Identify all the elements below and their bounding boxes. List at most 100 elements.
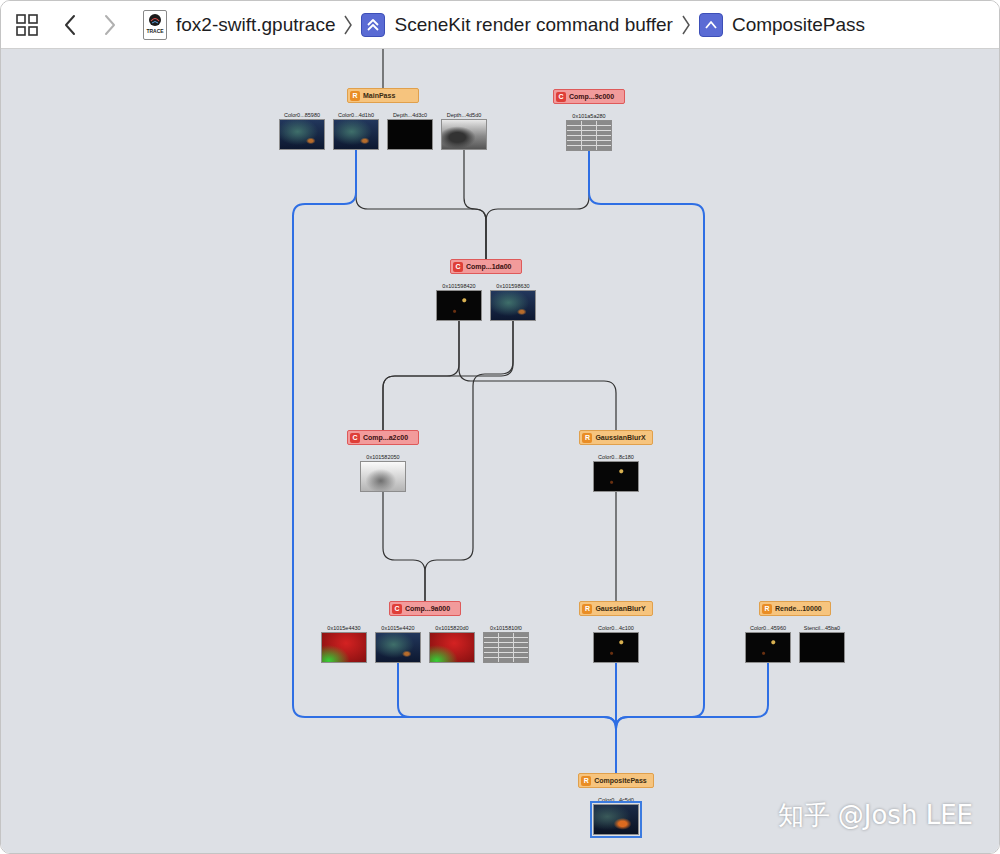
pass-node[interactable]: RGaussianBlurY Color0...4c100 — [486, 601, 746, 663]
thumbnail-image — [491, 291, 535, 320]
output-resource[interactable]: 0x101598630 — [490, 282, 536, 321]
pass-label[interactable]: RGaussianBlurX — [579, 430, 652, 445]
pass-badge: R — [582, 433, 592, 443]
encoder-icon — [699, 13, 723, 37]
forward-chevron-icon[interactable] — [103, 14, 117, 36]
back-chevron-icon[interactable] — [63, 14, 77, 36]
dependency-edge — [398, 663, 616, 773]
trace-file-icon: TRACE — [143, 10, 167, 40]
pass-outputs: Color0...4c100 — [593, 624, 639, 663]
pass-label[interactable]: CComp...9a000 — [389, 601, 461, 616]
output-resource[interactable]: 0x101598420 — [436, 282, 482, 321]
pass-label[interactable]: CComp...a2c00 — [347, 430, 419, 445]
thumbnail-image — [322, 633, 366, 662]
output-resource[interactable]: Depth...4d3c0 — [387, 111, 433, 150]
thumbnail-image — [430, 633, 474, 662]
pass-outputs: Color0...8c180 — [593, 453, 639, 492]
command-buffer-icon — [361, 13, 385, 37]
pass-badge: C — [556, 92, 566, 102]
output-resource[interactable]: Color0...45960 — [745, 624, 791, 663]
breadcrumb[interactable]: SceneKit render command buffer — [361, 13, 672, 37]
pass-label[interactable]: RCompositePass — [578, 773, 654, 788]
resource-thumbnail[interactable] — [387, 119, 433, 150]
output-resource[interactable]: 0x1015e4420 — [375, 624, 421, 663]
thumbnail-image — [437, 291, 481, 320]
pass-outputs: 0x1015e44300x1015e44200x1015820d00x10158… — [321, 624, 529, 663]
pass-badge: C — [453, 262, 463, 272]
output-resource[interactable]: 0x101a5a280 — [566, 112, 612, 151]
toolbar: TRACEfox2-swift.gputrace SceneKit render … — [1, 1, 999, 49]
dependency-edge — [616, 663, 768, 773]
output-resource[interactable]: 0x101582050 — [360, 453, 406, 492]
dependency-edge — [589, 151, 704, 773]
thumbnail-image — [280, 120, 324, 149]
thumbnail-image — [594, 805, 638, 834]
pass-label[interactable]: RMainPass — [347, 88, 419, 103]
pass-node[interactable]: RGaussianBlurX Color0...8c180 — [486, 430, 746, 492]
output-resource[interactable]: 0x1015820d0 — [429, 624, 475, 663]
thumbnail-image — [334, 120, 378, 149]
pass-badge: C — [350, 433, 360, 443]
resource-thumbnail[interactable] — [593, 461, 639, 492]
output-resource[interactable]: Color0...4c5d0 — [593, 796, 639, 835]
dependency-graph[interactable]: RMainPassColor0...85980Color0...4d1b0Dep… — [1, 49, 999, 853]
breadcrumbs: TRACEfox2-swift.gputrace SceneKit render … — [143, 10, 865, 40]
pass-label[interactable]: RRende...10000 — [759, 601, 831, 616]
output-resource[interactable]: Color0...8c180 — [593, 453, 639, 492]
thumbnail-image — [800, 633, 844, 662]
dependency-edge — [383, 492, 425, 601]
output-resource[interactable]: Color0...85980 — [279, 111, 325, 150]
grid-icon[interactable] — [15, 13, 39, 37]
thumbnail-image — [442, 120, 486, 149]
thumbnail-image — [388, 120, 432, 149]
output-resource[interactable]: Color0...4c100 — [593, 624, 639, 663]
resource-thumbnail[interactable] — [483, 632, 529, 663]
pass-outputs: Color0...4c5d0 — [593, 796, 639, 835]
resource-thumbnail[interactable] — [321, 632, 367, 663]
resource-thumbnail[interactable] — [333, 119, 379, 150]
breadcrumb[interactable]: TRACEfox2-swift.gputrace — [143, 10, 335, 40]
pass-label[interactable]: RGaussianBlurY — [579, 601, 652, 616]
pass-node[interactable]: RCompositePass Color0...4c5d0 — [486, 773, 746, 835]
thumbnail-image — [567, 121, 611, 150]
pass-node[interactable]: CComp...a2c00 0x101582050 — [253, 430, 513, 492]
pass-node[interactable]: CComp...9c000 0x101a5a280 — [459, 89, 719, 151]
resource-thumbnail[interactable] — [436, 290, 482, 321]
breadcrumb[interactable]: CompositePass — [699, 13, 865, 37]
output-resource[interactable]: 0x1015e4430 — [321, 624, 367, 663]
pass-node[interactable]: CComp...1da00 0x1015984200x101598630 — [356, 259, 616, 321]
pass-label[interactable]: CComp...9c000 — [553, 89, 625, 104]
thumbnail-image — [746, 633, 790, 662]
resource-thumbnail[interactable] — [441, 119, 487, 150]
pass-label[interactable]: CComp...1da00 — [450, 259, 522, 274]
pass-node[interactable]: RMainPassColor0...85980Color0...4d1b0Dep… — [253, 88, 513, 150]
resource-thumbnail[interactable] — [566, 120, 612, 151]
pass-outputs: Color0...45960Stencil...45ba0 — [745, 624, 845, 663]
resource-thumbnail[interactable] — [593, 632, 639, 663]
thumbnail-image — [594, 462, 638, 491]
thumbnail-image — [484, 633, 528, 662]
resource-thumbnail[interactable] — [490, 290, 536, 321]
resource-thumbnail[interactable] — [593, 804, 639, 835]
resource-thumbnail[interactable] — [799, 632, 845, 663]
thumbnail-image — [594, 633, 638, 662]
gpu-trace-window: TRACEfox2-swift.gputrace SceneKit render … — [0, 0, 1000, 854]
pass-node[interactable]: RRende...10000 Color0...45960Stencil...45… — [665, 601, 925, 663]
edge-layer — [1, 49, 999, 853]
dependency-edge — [356, 150, 486, 259]
dependency-edge — [615, 492, 616, 601]
pass-badge: R — [582, 604, 592, 614]
dependency-edge — [459, 321, 616, 430]
resource-thumbnail[interactable] — [375, 632, 421, 663]
resource-thumbnail[interactable] — [745, 632, 791, 663]
pass-outputs: 0x101582050 — [360, 453, 406, 492]
resource-thumbnail[interactable] — [360, 461, 406, 492]
output-resource[interactable]: 0x1015810f0 — [483, 624, 529, 663]
output-resource[interactable]: Color0...4d1b0 — [333, 111, 379, 150]
pass-node[interactable]: CComp...9a0000x1015e44300x1015e44200x101… — [295, 601, 555, 663]
pass-outputs: 0x101a5a280 — [566, 112, 612, 151]
resource-thumbnail[interactable] — [429, 632, 475, 663]
output-resource[interactable]: Stencil...45ba0 — [799, 624, 845, 663]
resource-thumbnail[interactable] — [279, 119, 325, 150]
output-resource[interactable]: Depth...4d5d0 — [441, 111, 487, 150]
